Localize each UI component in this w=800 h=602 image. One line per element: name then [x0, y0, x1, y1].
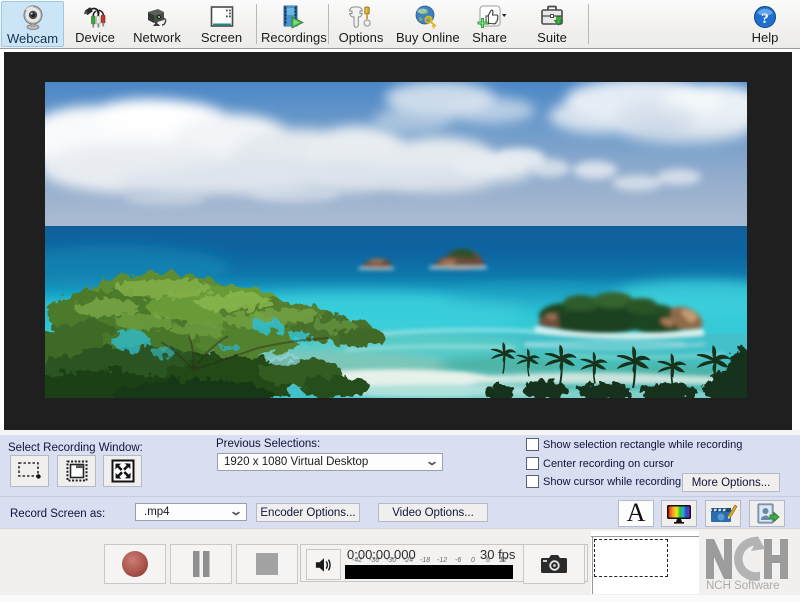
svg-text:?: ?: [761, 11, 769, 27]
svg-text:NCH Software: NCH Software: [706, 580, 780, 592]
